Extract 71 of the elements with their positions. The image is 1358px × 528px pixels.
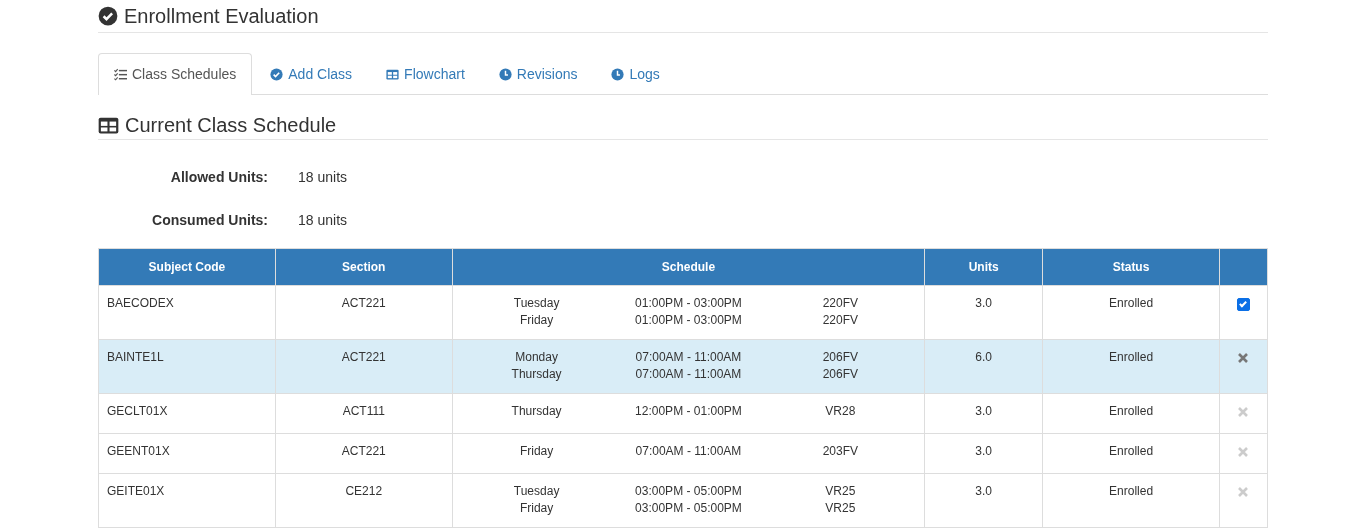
field-value: 18 units xyxy=(298,211,348,230)
table-cell: 3.0 xyxy=(975,444,993,458)
schedule-day: Monday xyxy=(460,349,613,366)
schedule-day: Thursday xyxy=(460,403,613,420)
table-cell: Enrolled xyxy=(1109,404,1154,418)
table-cell: BAINTE1L xyxy=(107,350,164,364)
table-cell: ACT221 xyxy=(341,444,386,458)
schedule-time: 12:00PM - 01:00PM xyxy=(634,403,743,420)
schedule-day: Thursday xyxy=(460,366,613,383)
field-label: Allowed Units: xyxy=(169,168,268,187)
table-cell: Enrolled xyxy=(1109,350,1154,364)
table-cell: 3.0 xyxy=(975,404,993,418)
clock-icon xyxy=(611,68,625,81)
column-header: Section xyxy=(275,248,453,286)
schedule-time: 07:00AM - 11:00AM xyxy=(634,366,743,383)
column-header: Status xyxy=(1042,248,1220,286)
tab[interactable]: Class Schedules xyxy=(98,53,253,95)
remove-icon[interactable] xyxy=(1237,486,1250,498)
schedule-room: VR25 xyxy=(824,500,857,517)
remove-icon[interactable] xyxy=(1237,352,1250,364)
check-circle-icon xyxy=(270,68,284,81)
table-cell: ACT221 xyxy=(341,350,386,364)
table-cell: GEITE01X xyxy=(107,484,165,498)
table-cell: 6.0 xyxy=(975,350,993,364)
table-cell: 3.0 xyxy=(975,484,993,498)
schedule-day: Tuesday xyxy=(460,483,613,500)
checklist-icon xyxy=(114,68,127,81)
schedule-day: Tuesday xyxy=(460,295,613,312)
table-cell: Enrolled xyxy=(1109,296,1154,310)
schedule-room: 220FV xyxy=(821,312,859,329)
table-cell: Enrolled xyxy=(1109,444,1154,458)
schedule-time: 07:00AM - 11:00AM xyxy=(634,349,743,366)
tab[interactable]: Logs xyxy=(595,53,676,95)
schedule-room: 206FV xyxy=(821,349,859,366)
table-cell: BAECODEX xyxy=(107,296,174,310)
schedule-room: 206FV xyxy=(821,366,859,383)
page-title: Enrollment Evaluation xyxy=(124,4,319,28)
remove-icon[interactable] xyxy=(1237,446,1250,458)
schedule-day: Friday xyxy=(460,500,613,517)
table-cell: ACT111 xyxy=(342,404,385,418)
table-cell: Enrolled xyxy=(1109,484,1154,498)
table-cell: GEENT01X xyxy=(107,444,170,458)
remove-icon[interactable] xyxy=(1237,406,1250,418)
schedule-time: 01:00PM - 03:00PM xyxy=(634,312,743,329)
schedule-room: VR25 xyxy=(824,483,857,500)
column-header: Units xyxy=(924,248,1043,286)
schedule-time: 03:00PM - 05:00PM xyxy=(634,500,743,517)
checkbox[interactable] xyxy=(1237,298,1250,311)
schedule-room: VR28 xyxy=(824,403,857,420)
section-title: Current Class Schedule xyxy=(125,113,337,137)
tab[interactable]: Revisions xyxy=(482,53,594,95)
table-cell: CE212 xyxy=(345,484,383,498)
table-icon xyxy=(386,68,400,81)
column-header: Subject Code xyxy=(98,248,276,286)
table-cell: ACT221 xyxy=(341,296,386,310)
clock-icon xyxy=(498,68,512,81)
check-circle-icon xyxy=(98,6,118,26)
schedule-day: Friday xyxy=(460,312,613,329)
schedule-time: 07:00AM - 11:00AM xyxy=(634,443,743,460)
field-value: 18 units xyxy=(298,168,348,187)
table-cell: 3.0 xyxy=(975,296,993,310)
column-header: Schedule xyxy=(452,248,925,286)
schedule-day: Friday xyxy=(460,443,613,460)
tab[interactable]: Add Class xyxy=(254,53,369,95)
schedule-time: 03:00PM - 05:00PM xyxy=(634,483,743,500)
schedule-room: 220FV xyxy=(821,295,859,312)
tab[interactable]: Flowchart xyxy=(370,53,481,95)
schedule-room: 203FV xyxy=(821,443,859,460)
field-label: Consumed Units: xyxy=(151,211,268,230)
schedule-time: 01:00PM - 03:00PM xyxy=(634,295,743,312)
table-cell: GECLT01X xyxy=(107,404,168,418)
